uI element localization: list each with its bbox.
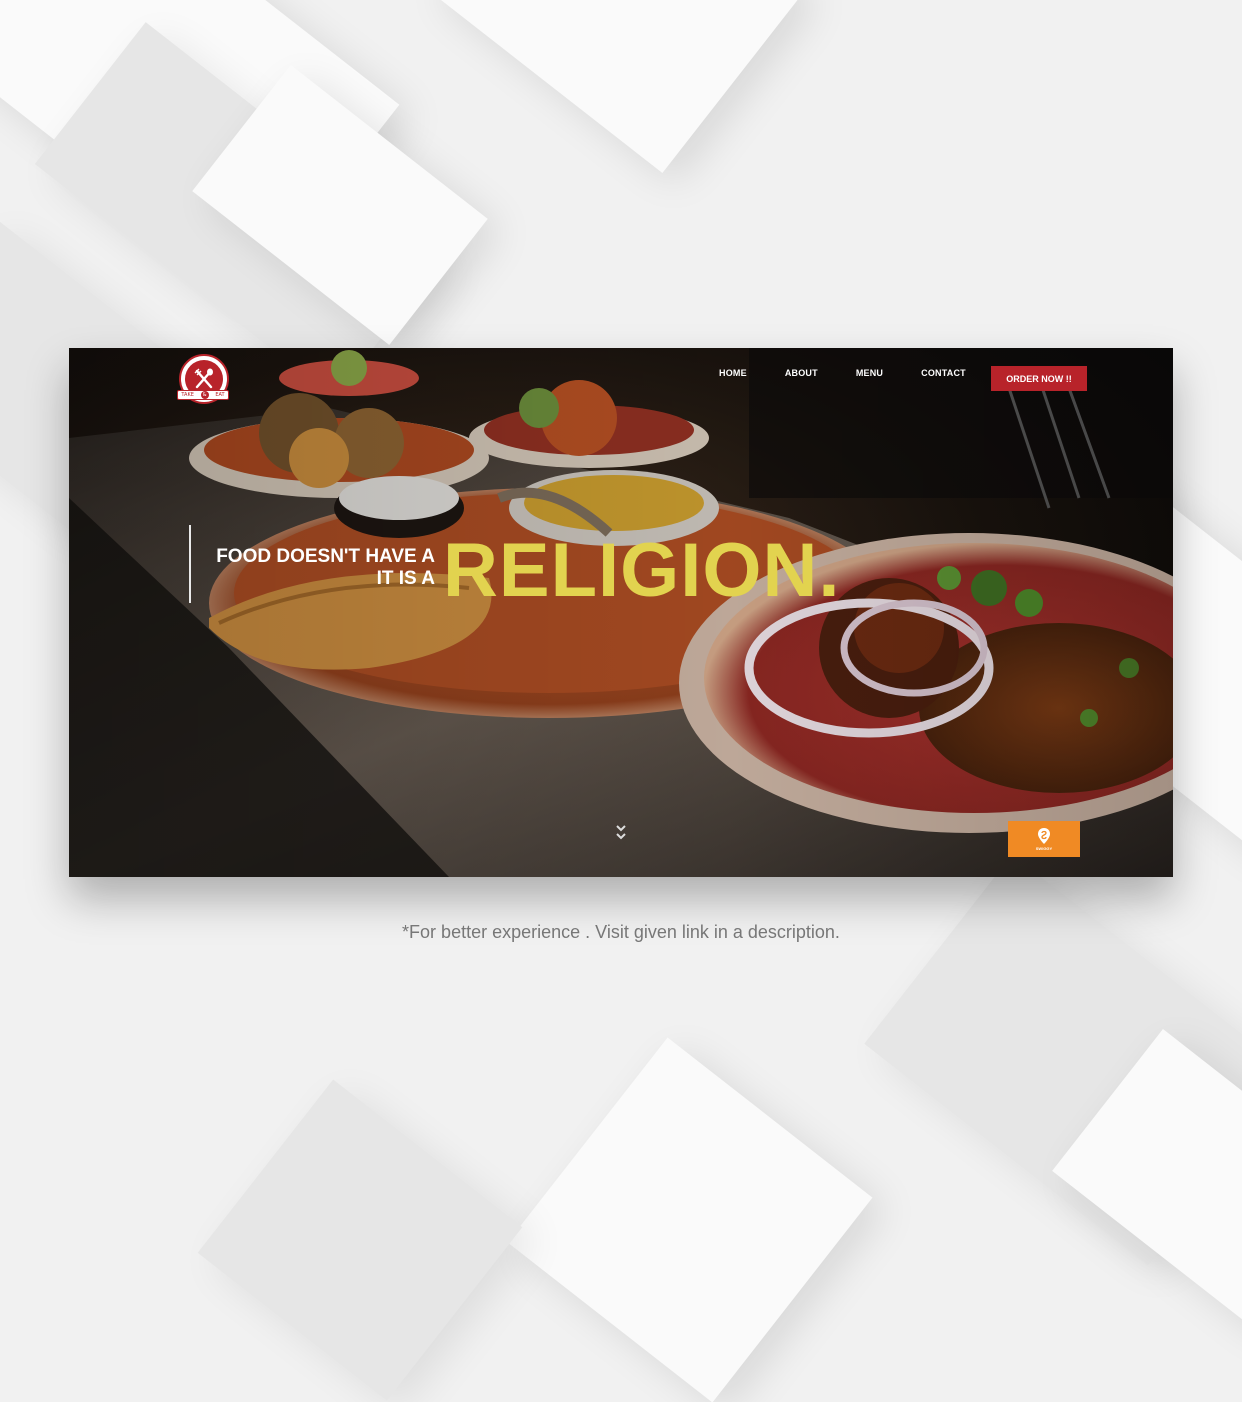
bg-block	[197, 1079, 523, 1401]
hero-line-2: IT IS A	[376, 568, 435, 589]
bg-block	[507, 1037, 873, 1402]
hero-line-1: FOOD DOESN'T HAVE A	[216, 546, 435, 567]
nav-menu[interactable]: MENU	[856, 368, 883, 378]
logo-left-text: TAKE	[181, 392, 194, 398]
nav-contact[interactable]: CONTACT	[921, 368, 966, 378]
logo-right-text: EAT	[215, 392, 225, 398]
bg-block	[425, 0, 805, 173]
logo-amp: &	[200, 391, 209, 399]
logo-banner: TAKE & EAT	[177, 390, 229, 400]
swiggy-icon	[1038, 828, 1050, 844]
order-now-button[interactable]: ORDER NOW !!	[991, 366, 1087, 391]
swiggy-label: SWIGGY	[1035, 846, 1053, 851]
main-nav: HOME ABOUT MENU CONTACT	[719, 368, 1004, 378]
swiggy-badge[interactable]: SWIGGY	[1008, 821, 1080, 857]
double-chevron-down-icon[interactable]	[614, 823, 628, 843]
website-hero-preview: TAKE & EAT HOME ABOUT MENU CONTACT ORDER…	[69, 348, 1173, 877]
nav-about[interactable]: ABOUT	[785, 368, 818, 378]
hero-headline: RELIGION.	[443, 528, 841, 613]
nav-home[interactable]: HOME	[719, 368, 747, 378]
caption-text: *For better experience . Visit given lin…	[402, 922, 840, 942]
